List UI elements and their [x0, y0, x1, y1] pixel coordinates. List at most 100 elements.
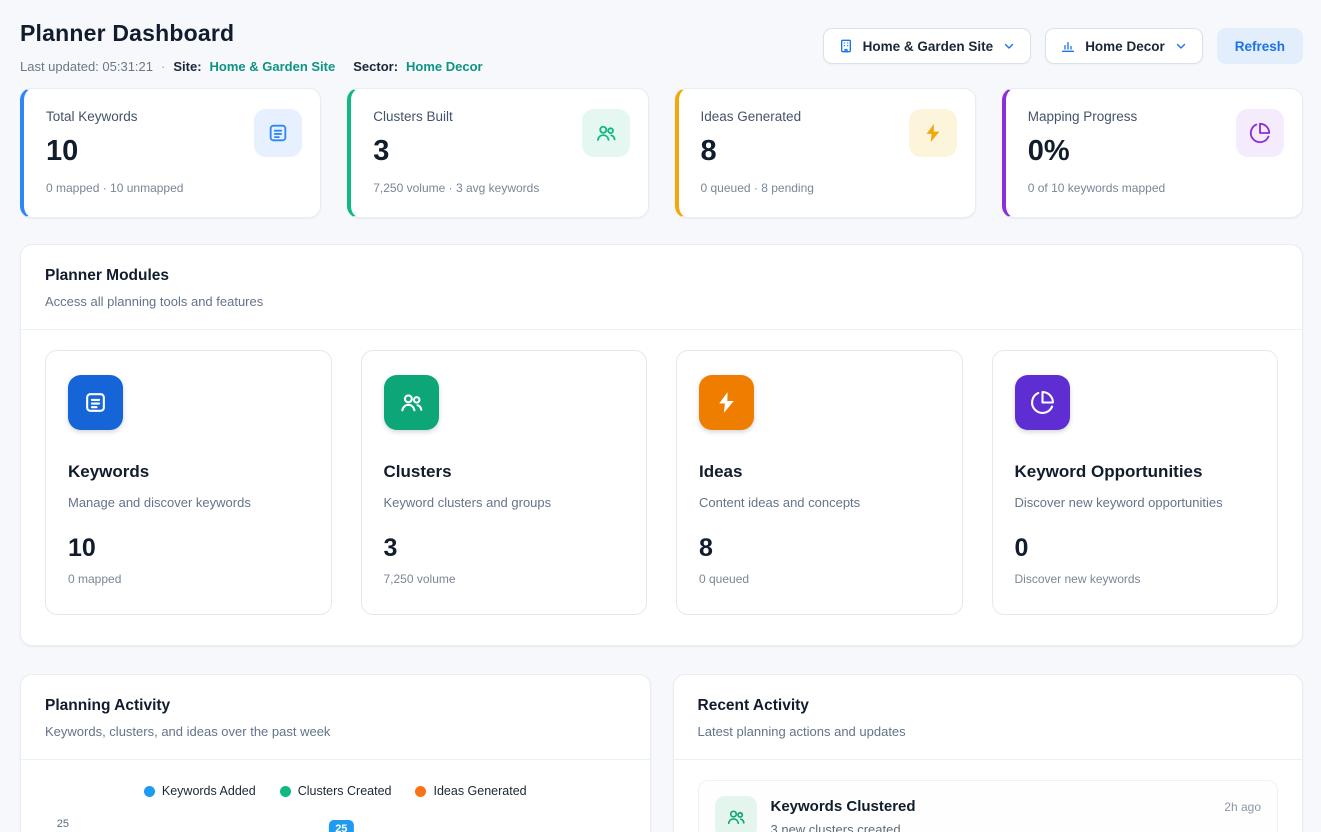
stat-main: Mapping Progress 0% 0 of 10 keywords map… — [1028, 109, 1165, 195]
sector-selector-dropdown[interactable]: Home Decor — [1045, 28, 1203, 64]
pie-chart-icon — [1015, 375, 1070, 430]
chart-legend: Keywords Added Clusters Created Ideas Ge… — [45, 784, 626, 798]
planner-dashboard-page: Planner Dashboard Last updated: 05:31:21… — [0, 0, 1321, 832]
modules-grid: Keywords Manage and discover keywords 10… — [21, 330, 1302, 645]
module-sub: Discover new keywords — [1015, 572, 1256, 586]
legend-item-keywords-added: Keywords Added — [144, 784, 256, 798]
document-icon — [68, 375, 123, 430]
page-title: Planner Dashboard — [20, 20, 483, 47]
module-sub: 7,250 volume — [384, 572, 625, 586]
module-description: Discover new keyword opportunities — [1015, 495, 1256, 510]
chart-content: Keywords Added Clusters Created Ideas Ge… — [21, 760, 650, 832]
stat-sub: 0 queued · 8 pending — [701, 181, 814, 195]
stat-card-clusters-built: Clusters Built 3 7,250 volume · 3 avg ke… — [347, 88, 648, 218]
module-card-clusters[interactable]: Clusters Keyword clusters and groups 3 7… — [361, 350, 648, 615]
legend-dot — [144, 786, 155, 797]
planning-activity-header: Planning Activity Keywords, clusters, an… — [21, 675, 650, 759]
users-icon — [715, 796, 757, 832]
legend-label: Keywords Added — [162, 784, 256, 798]
stat-value: 8 — [701, 135, 814, 168]
stat-card-ideas-generated: Ideas Generated 8 0 queued · 8 pending — [675, 88, 976, 218]
activity-item-keywords-clustered[interactable]: Keywords Clustered 3 new clusters create… — [698, 780, 1279, 832]
module-sub: 0 mapped — [68, 572, 309, 586]
last-updated-text: Last updated: 05:31:21 — [20, 59, 153, 74]
module-value: 3 — [384, 534, 625, 563]
data-label-badge: 25 — [329, 820, 353, 832]
legend-item-ideas-generated: Ideas Generated — [415, 784, 526, 798]
stat-value: 10 — [46, 135, 183, 168]
module-sub: 0 queued — [699, 572, 940, 586]
stat-sub: 0 mapped · 10 unmapped — [46, 181, 183, 195]
header-left: Planner Dashboard Last updated: 05:31:21… — [20, 18, 483, 74]
module-description: Keyword clusters and groups — [384, 495, 625, 510]
plot-area: 25 24 — [79, 816, 626, 832]
legend-label: Ideas Generated — [433, 784, 526, 798]
legend-dot — [280, 786, 291, 797]
chevron-down-icon — [1174, 39, 1188, 53]
modules-header: Planner Modules Access all planning tool… — [21, 245, 1302, 329]
y-axis-tick: 25 — [45, 816, 79, 832]
document-icon — [254, 109, 302, 157]
lightning-icon — [699, 375, 754, 430]
module-value: 10 — [68, 534, 309, 563]
stat-sub: 7,250 volume · 3 avg keywords — [373, 181, 539, 195]
sector-label: Sector: — [353, 59, 398, 74]
stat-card-total-keywords: Total Keywords 10 0 mapped · 10 unmapped — [20, 88, 321, 218]
building-icon — [838, 38, 854, 54]
refresh-button[interactable]: Refresh — [1217, 28, 1303, 64]
module-card-ideas[interactable]: Ideas Content ideas and concepts 8 0 que… — [676, 350, 963, 615]
module-description: Manage and discover keywords — [68, 495, 309, 510]
recent-activity-panel: Recent Activity Latest planning actions … — [673, 674, 1304, 832]
module-title: Keyword Opportunities — [1015, 462, 1256, 482]
recent-activity-title: Recent Activity — [698, 697, 1279, 715]
module-title: Ideas — [699, 462, 940, 482]
stat-card-mapping-progress: Mapping Progress 0% 0 of 10 keywords map… — [1002, 88, 1303, 218]
stat-main: Ideas Generated 8 0 queued · 8 pending — [701, 109, 814, 195]
site-label: Site: — [173, 59, 201, 74]
planning-activity-panel: Planning Activity Keywords, clusters, an… — [20, 674, 651, 832]
users-icon — [384, 375, 439, 430]
recent-activity-subtitle: Latest planning actions and updates — [698, 724, 1279, 739]
planning-activity-subtitle: Keywords, clusters, and ideas over the p… — [45, 724, 626, 739]
stat-main: Clusters Built 3 7,250 volume · 3 avg ke… — [373, 109, 539, 195]
modules-subtitle: Access all planning tools and features — [45, 294, 1278, 309]
planner-modules-panel: Planner Modules Access all planning tool… — [20, 244, 1303, 646]
module-card-keywords[interactable]: Keywords Manage and discover keywords 10… — [45, 350, 332, 615]
stat-sub: 0 of 10 keywords mapped — [1028, 181, 1165, 195]
activity-body: Keywords Clustered 3 new clusters create… — [771, 796, 1211, 832]
stat-label: Clusters Built — [373, 109, 539, 124]
activity-list: Keywords Clustered 3 new clusters create… — [674, 760, 1303, 832]
module-value: 8 — [699, 534, 940, 563]
header-controls: Home & Garden Site Home Decor Refresh — [823, 28, 1303, 64]
module-title: Keywords — [68, 462, 309, 482]
site-selector-dropdown[interactable]: Home & Garden Site — [823, 28, 1032, 64]
bar-chart-icon — [1060, 38, 1076, 54]
activity-title: Keywords Clustered — [771, 798, 1211, 815]
stat-value: 3 — [373, 135, 539, 168]
module-description: Content ideas and concepts — [699, 495, 940, 510]
module-title: Clusters — [384, 462, 625, 482]
modules-title: Planner Modules — [45, 267, 1278, 285]
legend-item-clusters-created: Clusters Created — [280, 784, 392, 798]
activity-description: 3 new clusters created — [771, 822, 1211, 832]
separator-dot: · — [161, 59, 165, 74]
sector-selector-value: Home Decor — [1085, 39, 1165, 54]
legend-label: Clusters Created — [298, 784, 392, 798]
planning-activity-title: Planning Activity — [45, 697, 626, 715]
users-icon — [582, 109, 630, 157]
stat-label: Total Keywords — [46, 109, 183, 124]
site-link[interactable]: Home & Garden Site — [210, 59, 336, 74]
legend-dot — [415, 786, 426, 797]
stat-label: Mapping Progress — [1028, 109, 1165, 124]
page-header: Planner Dashboard Last updated: 05:31:21… — [20, 18, 1303, 74]
site-selector-value: Home & Garden Site — [863, 39, 994, 54]
bottom-row: Planning Activity Keywords, clusters, an… — [20, 674, 1303, 832]
pie-chart-icon — [1236, 109, 1284, 157]
module-value: 0 — [1015, 534, 1256, 563]
meta-line: Last updated: 05:31:21 · Site: Home & Ga… — [20, 59, 483, 74]
lightning-icon — [909, 109, 957, 157]
sector-link[interactable]: Home Decor — [406, 59, 483, 74]
module-card-keyword-opportunities[interactable]: Keyword Opportunities Discover new keywo… — [992, 350, 1279, 615]
recent-activity-header: Recent Activity Latest planning actions … — [674, 675, 1303, 759]
stat-label: Ideas Generated — [701, 109, 814, 124]
